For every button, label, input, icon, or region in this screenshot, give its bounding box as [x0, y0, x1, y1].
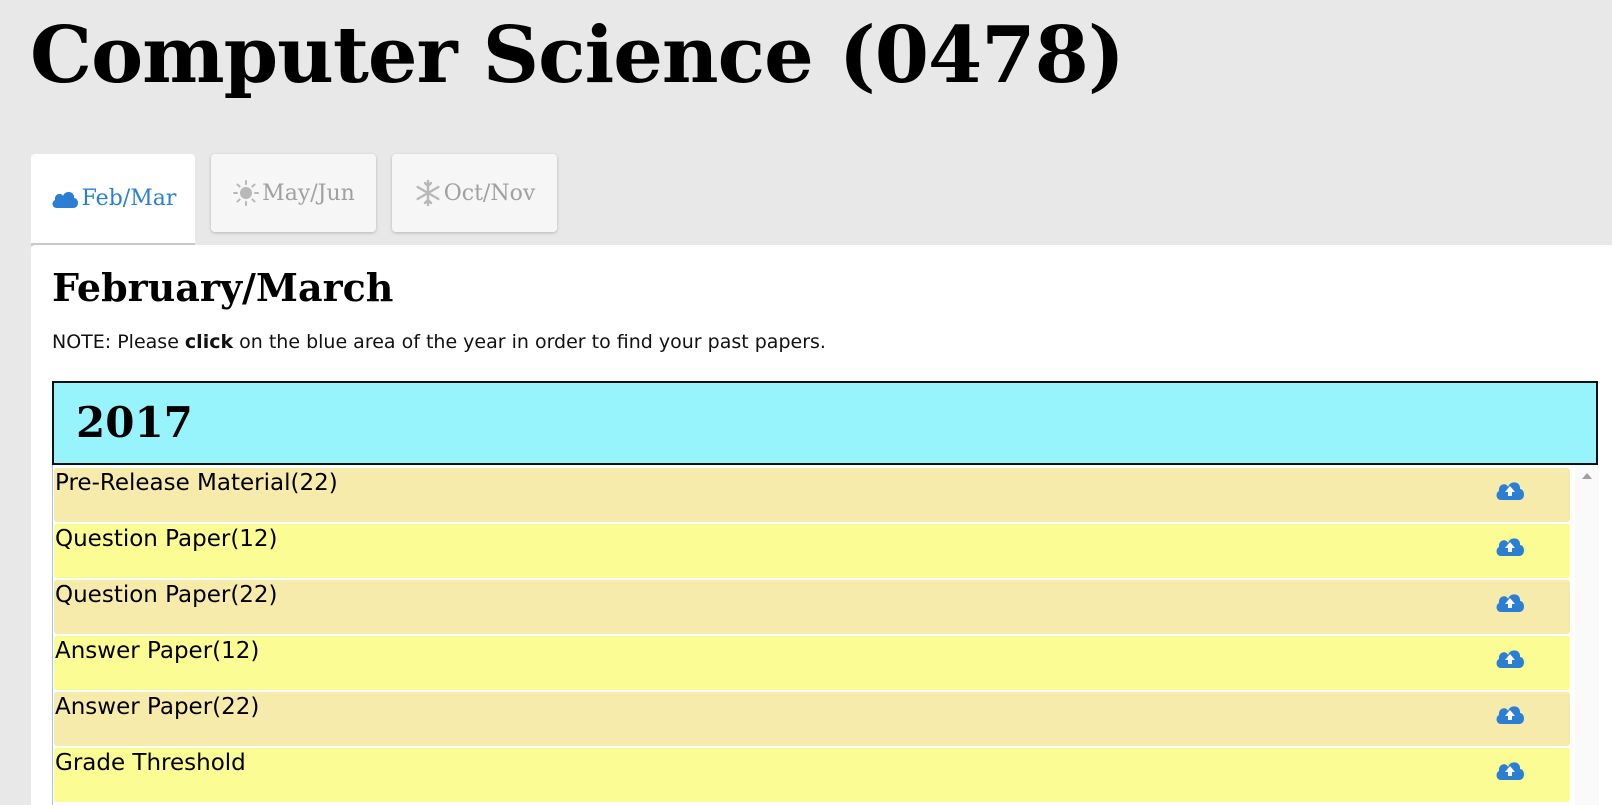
section-title: February/March — [52, 265, 394, 310]
tab-label: May/Jun — [262, 180, 355, 206]
page-title: Computer Science (0478) — [30, 10, 1125, 101]
paper-label: Pre-Release Material(22) — [55, 470, 338, 496]
list-item[interactable]: Pre-Release Material(22) — [54, 468, 1570, 522]
tab-oct-nov[interactable]: Oct/Nov — [392, 154, 557, 232]
year-label: 2017 — [76, 398, 193, 447]
scroll-up-arrow-icon[interactable] — [1582, 473, 1592, 479]
list-item[interactable]: Question Paper(12) — [54, 524, 1570, 578]
paper-label: Answer Paper(22) — [55, 694, 260, 720]
list-item[interactable]: Grade Threshold — [54, 748, 1570, 802]
list-item[interactable]: Answer Paper(22) — [54, 692, 1570, 746]
season-tabs: Feb/Mar May/Jun Oct/Nov — [31, 154, 557, 246]
upload-cloud-icon[interactable] — [1494, 590, 1526, 614]
tab-label: Oct/Nov — [443, 180, 536, 206]
upload-cloud-icon[interactable] — [1494, 702, 1526, 726]
paper-label: Grade Threshold — [55, 750, 246, 776]
cloud-icon — [50, 188, 80, 210]
content-panel: February/March NOTE: Please click on the… — [31, 245, 1612, 805]
paper-label: Question Paper(22) — [55, 582, 278, 608]
year-header-2017[interactable]: 2017 — [52, 381, 1598, 465]
note-bold: click — [184, 331, 234, 353]
upload-cloud-icon[interactable] — [1494, 646, 1526, 670]
scrollbar[interactable] — [1575, 465, 1599, 805]
tab-label: Feb/Mar — [81, 186, 177, 211]
sun-icon — [232, 179, 260, 207]
upload-cloud-icon[interactable] — [1494, 534, 1526, 558]
list-item[interactable]: Question Paper(22) — [54, 580, 1570, 634]
tab-may-jun[interactable]: May/Jun — [211, 154, 376, 232]
snowflake-icon — [414, 179, 442, 207]
upload-cloud-icon[interactable] — [1494, 758, 1526, 782]
paper-label: Question Paper(12) — [55, 526, 278, 552]
paper-label: Answer Paper(12) — [55, 638, 260, 664]
note-prefix: NOTE: Please — [52, 331, 185, 353]
list-item[interactable]: Answer Paper(12) — [54, 636, 1570, 690]
note-text: NOTE: Please click on the blue area of t… — [52, 331, 826, 353]
papers-list: Pre-Release Material(22) Question Paper(… — [52, 465, 1599, 805]
upload-cloud-icon[interactable] — [1494, 478, 1526, 502]
note-suffix: on the blue area of the year in order to… — [233, 331, 826, 353]
tab-feb-mar[interactable]: Feb/Mar — [31, 154, 195, 246]
